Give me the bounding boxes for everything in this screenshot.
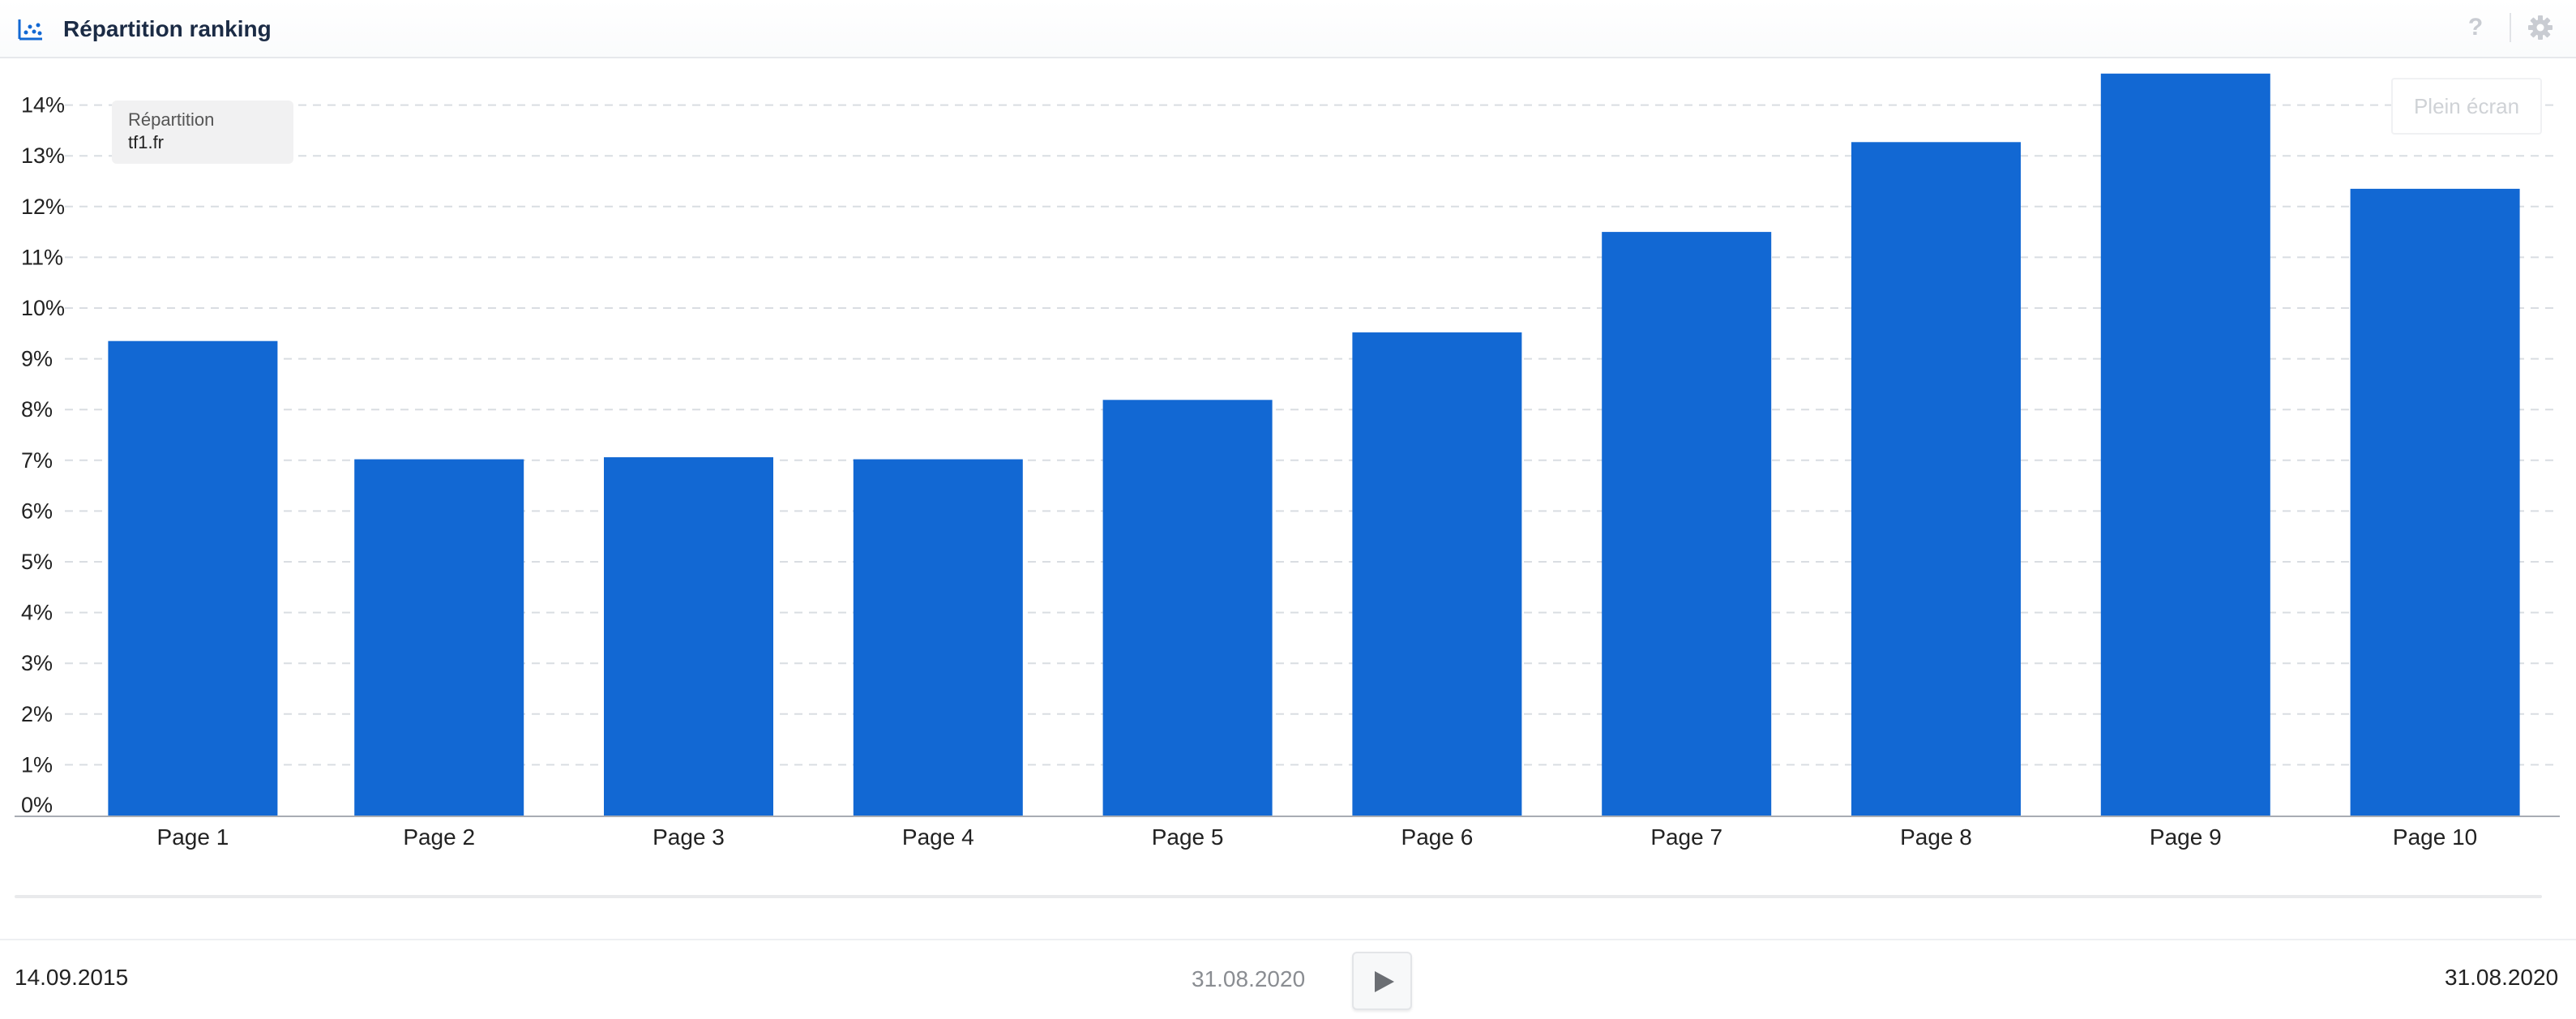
- y-tick-label: 9%: [21, 347, 53, 371]
- bar[interactable]: [1851, 142, 2021, 816]
- timeline-start-date: 14.09.2015: [15, 965, 129, 990]
- bar[interactable]: [2350, 188, 2520, 816]
- y-tick-label: 12%: [21, 195, 65, 219]
- bar-chart: 0% 1% 2% 3% 4% 5% 6% 7% 8% 9% 10% 11% 12% 13% 14% Page …: [0, 58, 2576, 853]
- y-tick-label: 1%: [21, 752, 53, 777]
- y-tick-label: 7%: [21, 448, 53, 473]
- bar[interactable]: [1602, 232, 1772, 816]
- bar[interactable]: [354, 459, 524, 816]
- legend-series-name: tf1.fr: [128, 132, 165, 152]
- x-tick-label: Page 7: [1650, 824, 1722, 850]
- x-tick-label: Page 4: [902, 824, 974, 850]
- y-tick-label: 2%: [21, 702, 53, 726]
- x-tick-label: Page 9: [2150, 824, 2222, 850]
- legend[interactable]: Répartition tf1.fr: [112, 101, 293, 164]
- header-divider: [2510, 13, 2511, 42]
- x-tick-label: Page 5: [1152, 824, 1224, 850]
- y-tick-label: 8%: [21, 397, 53, 422]
- y-tick-label: 11%: [21, 245, 63, 269]
- y-tick-label: 14%: [21, 93, 65, 118]
- bar[interactable]: [2100, 73, 2270, 816]
- timeline-end-date: 31.08.2020: [2445, 965, 2559, 990]
- legend-series-type: Répartition: [128, 109, 215, 130]
- play-button[interactable]: [1352, 952, 1412, 1010]
- y-tick-label: 3%: [21, 651, 53, 675]
- y-tick-label: 6%: [21, 499, 53, 523]
- chart-canvas: 0% 1% 2% 3% 4% 5% 6% 7% 8% 9% 10% 11% 12% 13% 14% Page …: [15, 73, 2560, 850]
- x-tick-label: Page 8: [1900, 824, 1972, 850]
- bar[interactable]: [1102, 400, 1273, 816]
- play-icon: [1375, 971, 1394, 992]
- gear-icon[interactable]: [2526, 13, 2555, 42]
- fullscreen-button[interactable]: Plein écran: [2391, 78, 2542, 135]
- bar[interactable]: [853, 459, 1023, 816]
- bar[interactable]: [108, 340, 278, 816]
- x-tick-label: Page 1: [157, 824, 229, 850]
- timeline-scrollbar[interactable]: [15, 895, 2542, 898]
- bar[interactable]: [604, 457, 773, 816]
- x-tick-label: Page 2: [403, 824, 475, 850]
- scatter-chart-icon: [18, 19, 42, 41]
- y-tick-label: 0%: [21, 793, 53, 817]
- y-tick-label: 4%: [21, 601, 53, 625]
- y-tick-label: 13%: [21, 143, 65, 168]
- timeline-current-date: 31.08.2020: [1192, 966, 1306, 991]
- bar[interactable]: [1352, 332, 1522, 816]
- x-tick-label: Page 3: [653, 824, 725, 850]
- page-title: Répartition ranking: [63, 16, 272, 41]
- x-tick-label: Page 10: [2393, 824, 2477, 850]
- footer-divider: [0, 939, 2576, 940]
- y-tick-label: 5%: [21, 550, 53, 574]
- question-icon[interactable]: ?: [2461, 11, 2490, 44]
- y-tick-label: 10%: [21, 296, 65, 320]
- x-tick-label: Page 6: [1401, 824, 1474, 850]
- panel-header: Répartition ranking ?: [0, 0, 2576, 58]
